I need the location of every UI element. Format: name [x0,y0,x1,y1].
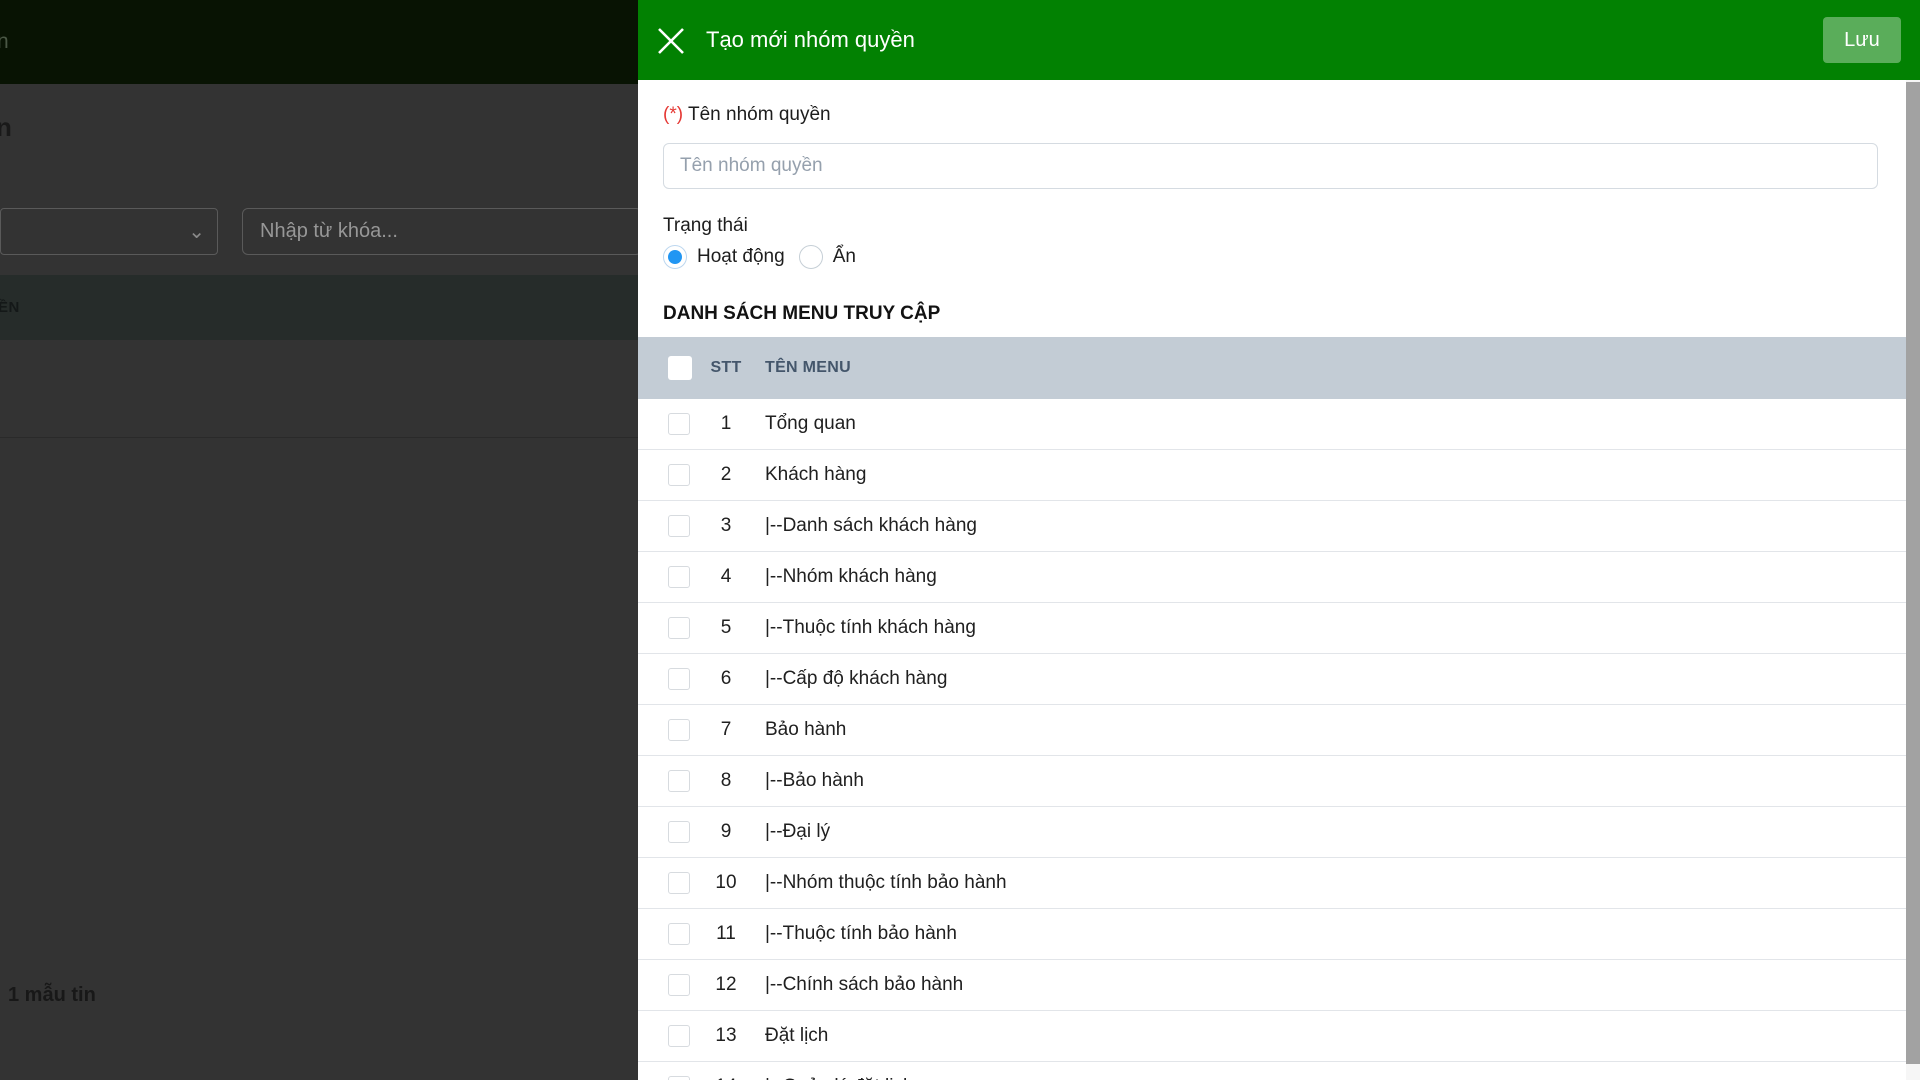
chevron-down-icon: ⌄ [188,221,205,243]
row-checkbox[interactable] [668,923,690,945]
row-checkbox[interactable] [668,566,690,588]
status-option-hidden[interactable]: Ẩn [798,245,856,269]
table-row: 12 |--Chính sách bảo hành [638,960,1906,1011]
row-stt: 11 [716,923,736,944]
drawer-title: Tạo mới nhóm quyền [706,27,915,52]
row-checkbox[interactable] [668,974,690,996]
background-table-header: ỀN [0,275,638,340]
row-stt: 6 [720,668,732,689]
menu-table-rows: 1 Tổng quan 2 Khách hàng 3 |--Danh sách khách… [638,399,1906,1080]
group-name-label: (*) Tên nhóm quyền [663,104,831,126]
background-top-navbar: n [0,0,638,84]
row-menu-name: |--Đại lý [765,821,831,842]
group-name-label-text: Tên nhóm quyền [688,104,831,125]
row-checkbox[interactable] [668,1025,690,1047]
table-row: 11 |--Thuộc tính bảo hành [638,909,1906,960]
background-record-count: 1 mẫu tin [8,984,96,1006]
status-option-active-label: Hoạt động [697,246,785,267]
background-search-placeholder: Nhập từ khóa... [260,220,398,242]
background-nav-text-fragment: n [0,30,9,53]
row-menu-name: |--Quản lý đặt lịch [765,1062,914,1080]
drawer-scrollbar[interactable] [1906,80,1920,1080]
group-name-input[interactable] [663,143,1878,189]
row-menu-name: |--Bảo hành [765,770,864,791]
menu-access-section-heading: DANH SÁCH MENU TRUY CẬP [663,303,941,324]
table-row: 9 |--Đại lý [638,807,1906,858]
row-checkbox[interactable] [668,668,690,690]
save-button[interactable]: Lưu [1823,17,1901,63]
table-row: 8 |--Bảo hành [638,756,1906,807]
table-row: 7 Bảo hành [638,705,1906,756]
close-button[interactable] [654,22,692,60]
menu-table-header: STT TÊN MENU [638,337,1906,399]
row-checkbox[interactable] [668,872,690,894]
row-stt: 8 [720,770,732,791]
background-keyword-search-input[interactable]: Nhập từ khóa... [242,208,642,255]
status-option-hidden-label: Ẩn [832,246,856,267]
table-row: 14 |--Quản lý đặt lịch [638,1062,1906,1080]
close-icon [654,24,692,58]
row-checkbox[interactable] [668,464,690,486]
row-menu-name: |--Thuộc tính bảo hành [765,923,957,944]
table-row: 4 |--Nhóm khách hàng [638,552,1906,603]
scrollbar-thumb[interactable] [1906,82,1920,1064]
row-menu-name: |--Danh sách khách hàng [765,515,977,536]
row-checkbox[interactable] [668,770,690,792]
row-stt: 14 [701,1062,751,1080]
row-menu-name: Đặt lịch [765,1025,829,1046]
status-option-active[interactable]: Hoạt động [663,245,785,269]
row-stt: 7 [720,719,732,740]
row-stt: 13 [715,1025,737,1046]
table-row: 2 Khách hàng [638,450,1906,501]
row-menu-name: Bảo hành [765,719,847,740]
background-row-divider [0,437,638,438]
column-header-stt: STT [710,359,742,376]
row-stt: 2 [720,464,732,485]
background-table-header-fragment: ỀN [0,299,20,316]
table-row: 3 |--Danh sách khách hàng [638,501,1906,552]
create-permission-group-drawer: Tạo mới nhóm quyền Lưu (*) Tên nhóm quyề… [638,0,1920,1080]
column-header-menu-name: TÊN MENU [765,359,851,376]
row-stt: 1 [720,413,732,434]
status-radio-group: Hoạt động Ẩn [663,245,856,269]
row-checkbox[interactable] [668,617,690,639]
table-row: 1 Tổng quan [638,399,1906,450]
row-menu-name: |--Chính sách bảo hành [765,974,964,995]
background-page-heading-fragment: n [0,112,12,142]
row-menu-name: |--Cấp độ khách hàng [765,668,948,689]
required-mark: (*) [663,104,684,125]
row-stt: 3 [720,515,732,536]
row-checkbox[interactable] [668,821,690,843]
row-stt: 5 [720,617,732,638]
row-stt: 4 [720,566,732,587]
row-menu-name: Khách hàng [765,464,867,485]
table-row: 6 |--Cấp độ khách hàng [638,654,1906,705]
row-menu-name: Tổng quan [765,413,856,434]
row-menu-name: |--Nhóm khách hàng [765,566,937,587]
background-filter-dropdown[interactable]: ⌄ [0,208,218,255]
dimmed-background-page: n n ⌄ Nhập từ khóa... ỀN 1 mẫu tin [0,0,642,1080]
table-row: 5 |--Thuộc tính khách hàng [638,603,1906,654]
row-checkbox[interactable] [668,515,690,537]
row-checkbox[interactable] [668,1076,690,1080]
row-menu-name: |--Thuộc tính khách hàng [765,617,976,638]
row-stt: 10 [715,872,737,893]
table-row: 10 |--Nhóm thuộc tính bảo hành [638,858,1906,909]
row-checkbox[interactable] [668,413,690,435]
radio-unselected-icon[interactable] [798,245,823,269]
radio-selected-icon[interactable] [663,245,687,269]
status-label: Trạng thái [663,215,748,236]
row-checkbox[interactable] [668,719,690,741]
row-stt: 9 [720,821,732,842]
table-row: 13 Đặt lịch [638,1011,1906,1062]
select-all-checkbox[interactable] [668,356,692,380]
drawer-header: Tạo mới nhóm quyền Lưu [638,0,1920,80]
row-stt: 12 [715,974,737,995]
row-menu-name: |--Nhóm thuộc tính bảo hành [765,872,1007,893]
